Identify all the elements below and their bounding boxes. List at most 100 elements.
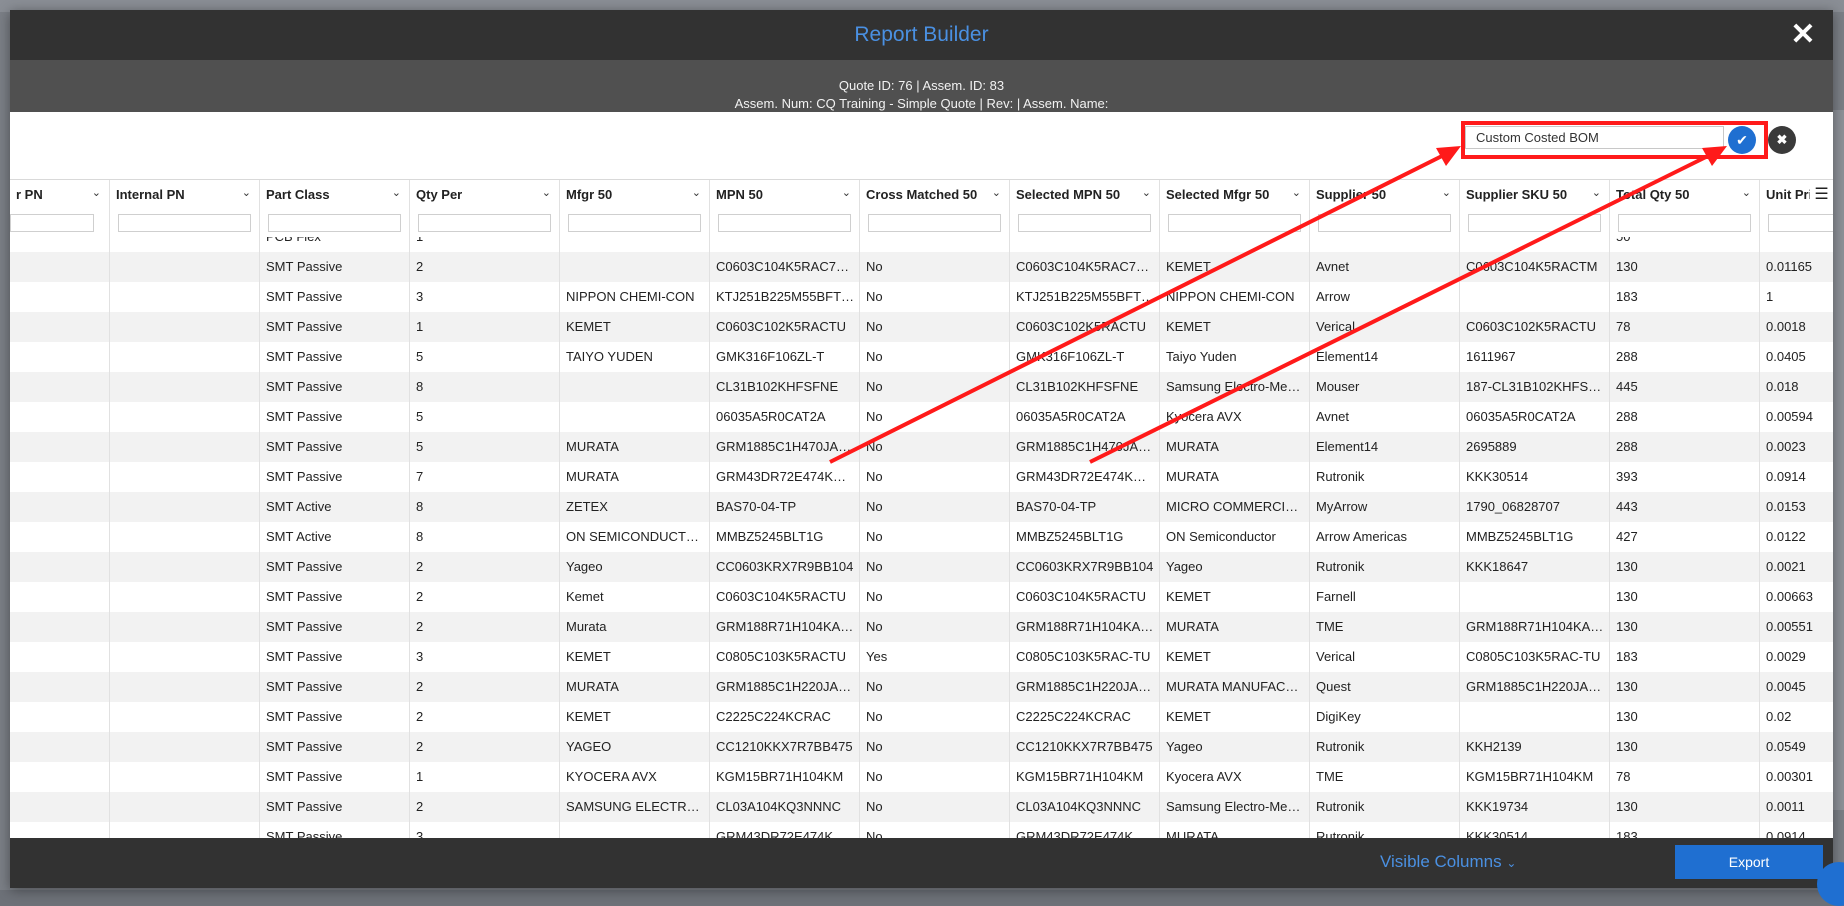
column-filter-input[interactable] — [568, 214, 701, 232]
column-header[interactable]: Selected Mfgr 50 ⌄ — [1160, 180, 1310, 237]
column-filter-input[interactable] — [1468, 214, 1601, 232]
table-cell — [1760, 237, 1833, 252]
table-cell: 130 — [1610, 252, 1760, 282]
table-cell: GMK316F106ZL-T — [1010, 342, 1160, 372]
chevron-down-icon[interactable]: ⌄ — [1292, 186, 1301, 199]
column-header[interactable]: Part Class ⌄ — [260, 180, 410, 237]
table-cell — [110, 237, 260, 252]
template-name-input[interactable]: Custom Costed BOM — [1465, 126, 1724, 149]
table-cell: 0.0405 — [1760, 342, 1833, 372]
column-header[interactable]: Supplier 50 ⌄ — [1310, 180, 1460, 237]
table-row[interactable]: SMT Passive 2 C0603C104K5RAC7… No C0603C104K… — [10, 252, 1833, 282]
table-cell: MURATA — [560, 462, 710, 492]
export-button[interactable]: Export — [1675, 845, 1823, 879]
table-cell: 7 — [410, 462, 560, 492]
table-cell: ZETEX — [560, 492, 710, 522]
table-row[interactable]: SMT Passive 2 Kemet C0603C104K5RACTU No C0603… — [10, 582, 1833, 612]
column-filter-input[interactable] — [118, 214, 251, 232]
table-row[interactable]: SMT Active 8 ZETEX BAS70-04-TP No BAS70-04-TP… — [10, 492, 1833, 522]
table-row[interactable]: SMT Passive 2 KEMET C2225C224KCRAC No C2225C2… — [10, 702, 1833, 732]
table-row[interactable]: SMT Passive 2 Murata GRM188R71H104KA… No GRM1… — [10, 612, 1833, 642]
table-cell: C0805C103K5RAC-TU — [1460, 642, 1610, 672]
table-row[interactable]: SMT Passive 8 CL31B102KHFSFNE No CL31B102KHF… — [10, 372, 1833, 402]
table-cell: SMT Passive — [260, 672, 410, 702]
table-cell: KTJ251B225M55BFT… — [710, 282, 860, 312]
table-cell: KYOCERA AVX — [560, 762, 710, 792]
confirm-template-button[interactable]: ✔ — [1728, 126, 1756, 154]
column-header[interactable]: Supplier SKU 50 ⌄ — [1460, 180, 1610, 237]
column-header[interactable]: Cross Matched 50 ⌄ — [860, 180, 1010, 237]
column-header[interactable]: Selected MPN 50 ⌄ — [1010, 180, 1160, 237]
table-row[interactable]: PCB Flex1 50 — [10, 237, 1833, 252]
chevron-down-icon[interactable]: ⌄ — [92, 186, 101, 199]
table-cell: 2 — [410, 732, 560, 762]
table-row[interactable]: SMT Passive 2 SAMSUNG ELECTR… CL03A104KQ3NN… — [10, 792, 1833, 822]
table-row[interactable]: SMT Passive 5 TAIYO YUDEN GMK316F106ZL-T No G… — [10, 342, 1833, 372]
column-filter-input[interactable] — [1768, 214, 1833, 232]
column-menu-icon[interactable]: ☰ — [1810, 182, 1833, 208]
column-filter-input[interactable] — [1168, 214, 1301, 232]
column-header[interactable]: Mfgr 50 ⌄ — [560, 180, 710, 237]
table-cell: 2 — [410, 582, 560, 612]
table-cell: 187-CL31B102KHFS… — [1460, 372, 1610, 402]
table-row[interactable]: SMT Passive 5 06035A5R0CAT2A No 06035A5R0CAT… — [10, 402, 1833, 432]
table-row[interactable]: SMT Passive 2 Yageo CC0603KRX7R9BB104 No CC06… — [10, 552, 1833, 582]
column-header[interactable]: Total Qty 50 ⌄ — [1610, 180, 1760, 237]
table-row[interactable]: SMT Passive 1 KYOCERA AVX KGM15BR71H104KM No… — [10, 762, 1833, 792]
table-cell: Mouser — [1310, 372, 1460, 402]
table-cell: 288 — [1610, 402, 1760, 432]
table-cell: 0.01165 — [1760, 252, 1833, 282]
table-cell: C0805C103K5RACTU — [710, 642, 860, 672]
chevron-down-icon[interactable]: ⌄ — [392, 186, 401, 199]
table-row[interactable]: SMT Passive 1 KEMET C0603C102K5RACTU No C0603… — [10, 312, 1833, 342]
column-filter-input[interactable] — [10, 214, 94, 232]
chevron-down-icon[interactable]: ⌄ — [1592, 186, 1601, 199]
column-filter-input[interactable] — [718, 214, 851, 232]
table-row[interactable]: SMT Passive 2 YAGEO CC1210KKX7R7BB475 No CC12… — [10, 732, 1833, 762]
table-row[interactable]: SMT Passive 3 NIPPON CHEMI-CON KTJ251B225M5… — [10, 282, 1833, 312]
chevron-down-icon[interactable]: ⌄ — [842, 186, 851, 199]
chevron-down-icon[interactable]: ⌄ — [1442, 186, 1451, 199]
column-filter-input[interactable] — [868, 214, 1001, 232]
chevron-down-icon[interactable]: ⌄ — [1742, 186, 1751, 199]
table-cell: 183 — [1610, 822, 1760, 838]
chevron-down-icon[interactable]: ⌄ — [692, 186, 701, 199]
table-cell: 0.0021 — [1760, 552, 1833, 582]
close-icon[interactable]: ✕ — [1789, 20, 1817, 50]
table-cell: SMT Passive — [260, 612, 410, 642]
grid-body[interactable]: PCB Flex150SMT Passive2C0603C104K5RAC7…N… — [10, 237, 1833, 838]
table-row[interactable]: SMT Passive 3 KEMET C0805C103K5RACTU Yes C080… — [10, 642, 1833, 672]
column-filter-input[interactable] — [1018, 214, 1151, 232]
table-cell: SMT Passive — [260, 462, 410, 492]
table-cell: No — [860, 402, 1010, 432]
column-filter-input[interactable] — [418, 214, 551, 232]
table-cell — [560, 822, 710, 838]
column-header[interactable]: Qty Per ⌄ — [410, 180, 560, 237]
quote-info-line: Quote ID: 76 | Assem. ID: 83 — [838, 78, 1005, 93]
column-filter-input[interactable] — [1618, 214, 1751, 232]
visible-columns-toggle[interactable]: Visible Columns ⌄ — [1380, 852, 1516, 872]
chevron-down-icon[interactable]: ⌄ — [992, 186, 1001, 199]
table-cell: MURATA — [1160, 462, 1310, 492]
table-cell — [10, 582, 110, 612]
table-row[interactable]: SMT Passive 7 MURATA GRM43DR72E474K… No GRM43… — [10, 462, 1833, 492]
cancel-template-button[interactable]: ✖ — [1768, 126, 1796, 154]
column-header[interactable]: Internal PN ⌄ — [110, 180, 260, 237]
chevron-down-icon[interactable]: ⌄ — [1142, 186, 1151, 199]
table-row[interactable]: SMT Passive 3 GRM43DR72E474K… No GRM43DR72E4… — [10, 822, 1833, 838]
table-cell: MMBZ5245BLT1G — [1460, 522, 1610, 552]
table-cell — [10, 552, 110, 582]
column-header[interactable]: MPN 50 ⌄ — [710, 180, 860, 237]
chevron-down-icon[interactable]: ⌄ — [242, 186, 251, 199]
chevron-down-icon[interactable]: ⌄ — [542, 186, 551, 199]
table-row[interactable]: SMT Passive 2 MURATA GRM1885C1H220JA… No GRM1… — [10, 672, 1833, 702]
table-cell: KEMET — [1160, 702, 1310, 732]
table-cell: CC0603KRX7R9BB104 — [710, 552, 860, 582]
column-filter-input[interactable] — [268, 214, 401, 232]
column-filter-input[interactable] — [1318, 214, 1451, 232]
table-row[interactable]: SMT Passive 5 MURATA GRM1885C1H470JA… No GRM1… — [10, 432, 1833, 462]
column-header[interactable]: r PN ⌄ — [10, 180, 110, 237]
table-cell: 0.0023 — [1760, 432, 1833, 462]
table-row[interactable]: SMT Active 8 ON SEMICONDUCT… MMBZ5245BLT1G N… — [10, 522, 1833, 552]
table-cell: 78 — [1610, 762, 1760, 792]
